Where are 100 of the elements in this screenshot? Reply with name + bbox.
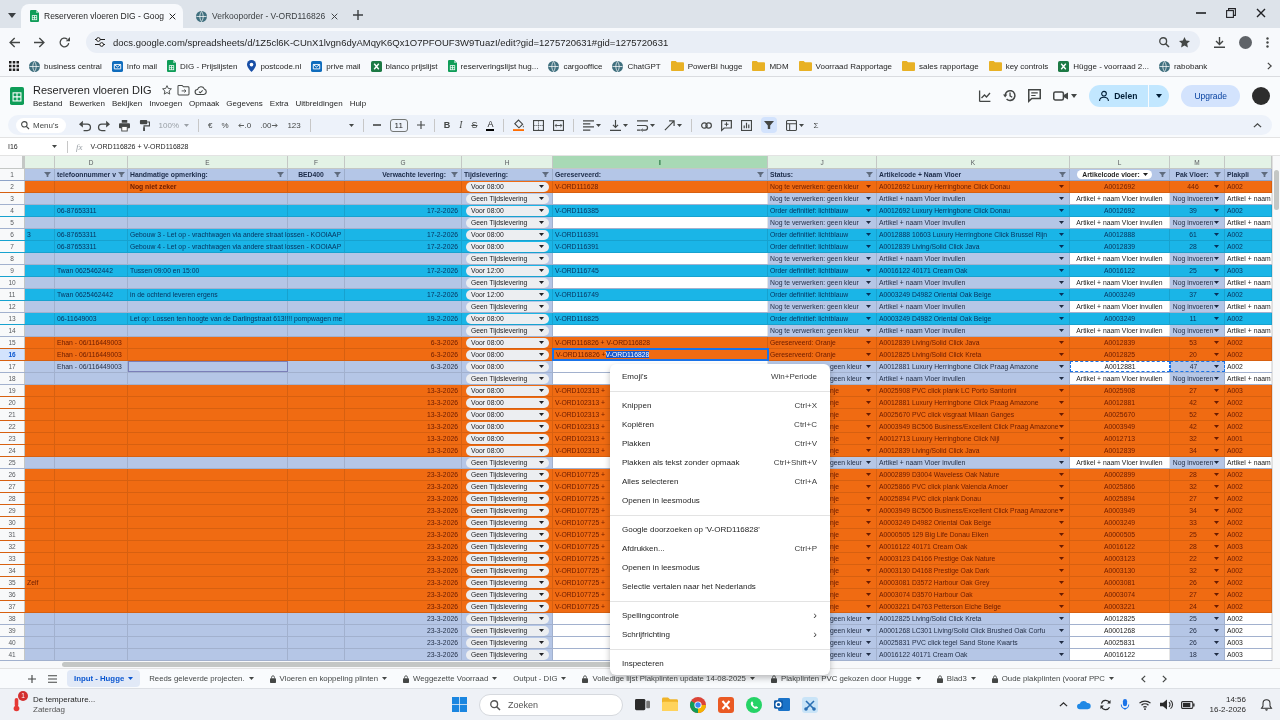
menu-item[interactable]: Kopiëren xyxy=(622,420,655,429)
caret-icon[interactable] xyxy=(1156,93,1163,98)
bookmark[interactable]: cargooffice xyxy=(548,60,603,72)
chevron-right-icon[interactable] xyxy=(1161,674,1167,683)
close-icon[interactable] xyxy=(1256,8,1266,18)
speaker-icon[interactable] xyxy=(1159,699,1172,710)
ring-tile-icon[interactable] xyxy=(774,697,790,712)
dropdown-arrow-icon[interactable] xyxy=(866,257,871,260)
dropdown-arrow-icon[interactable] xyxy=(866,329,871,332)
bookmark[interactable]: Info mail xyxy=(111,60,158,72)
bookmark[interactable]: key controls xyxy=(988,61,1049,71)
x-tile-icon[interactable] xyxy=(718,696,734,713)
submenu-arrow[interactable]: › xyxy=(813,629,817,640)
taskbar-search-field[interactable]: Zoeken xyxy=(479,693,623,716)
dropdown-arrow-icon[interactable] xyxy=(866,197,871,200)
dropdown-arrow-icon[interactable] xyxy=(866,401,871,404)
dropdown-arrow-icon[interactable] xyxy=(1214,617,1219,620)
start-icon[interactable] xyxy=(452,697,467,712)
column-filter-icon[interactable] xyxy=(1214,172,1221,177)
menu-icon[interactable] xyxy=(1266,36,1269,48)
dropdown-arrow-icon[interactable] xyxy=(1059,449,1064,452)
dropdown-arrow-icon[interactable] xyxy=(1214,401,1219,404)
undo-icon[interactable] xyxy=(78,119,90,131)
dropdown-arrow-icon[interactable] xyxy=(1059,437,1064,440)
dropdown-arrow-icon[interactable] xyxy=(1059,341,1064,344)
trend-chart-icon[interactable] xyxy=(979,89,992,102)
dropdown-arrow-icon[interactable] xyxy=(1059,473,1064,476)
all-sheets-icon[interactable] xyxy=(48,674,57,683)
dropdown-arrow-icon[interactable] xyxy=(1059,209,1064,212)
reload-icon[interactable] xyxy=(59,36,70,48)
column-filter-icon[interactable] xyxy=(1261,172,1268,177)
dropdown-arrow-icon[interactable] xyxy=(1059,269,1064,272)
bookmark[interactable]: postcode.nl xyxy=(247,60,302,72)
dropdown-arrow-icon[interactable] xyxy=(1214,461,1219,464)
zoom-icon[interactable] xyxy=(1159,37,1169,47)
back-icon[interactable] xyxy=(9,36,20,48)
dropdown-arrow-icon[interactable] xyxy=(866,341,871,344)
dropdown-arrow-icon[interactable] xyxy=(1214,377,1219,380)
dropdown-arrow-icon[interactable] xyxy=(1214,545,1219,548)
number-format-button[interactable]: 123 xyxy=(287,120,301,130)
dropdown-arrow-icon[interactable] xyxy=(1214,221,1219,224)
share-button[interactable]: Delen xyxy=(1089,84,1170,107)
column-filter-icon[interactable] xyxy=(1059,172,1066,177)
text-wrap-icon[interactable] xyxy=(637,119,649,131)
dropdown-arrow-icon[interactable] xyxy=(866,497,871,500)
dropdown-arrow-icon[interactable] xyxy=(1214,413,1219,416)
add-sheet-icon[interactable] xyxy=(28,674,36,683)
bookmark[interactable]: blanco prijslijst xyxy=(370,60,438,72)
dropdown-arrow-icon[interactable] xyxy=(866,617,871,620)
filter-icon[interactable] xyxy=(761,117,778,133)
dropdown-arrow-icon[interactable] xyxy=(1059,353,1064,356)
dropdown-arrow-icon[interactable] xyxy=(1059,245,1064,248)
menu-item[interactable]: Plakken als tekst zonder opmaak xyxy=(622,458,740,467)
dropdown-arrow-icon[interactable] xyxy=(1059,485,1064,488)
selected-cell[interactable] xyxy=(128,361,288,372)
cloud-check-icon[interactable] xyxy=(194,84,207,95)
dropdown-arrow-icon[interactable] xyxy=(1059,533,1064,536)
column-header-cell[interactable] xyxy=(25,156,55,168)
percent-button[interactable]: % xyxy=(221,120,229,130)
chevron-up-icon[interactable] xyxy=(1058,702,1068,707)
menu-item[interactable]: Opmaak xyxy=(189,98,220,108)
align-left-icon[interactable] xyxy=(583,119,595,131)
dropdown-arrow-icon[interactable] xyxy=(1214,593,1219,596)
thermometer-icon[interactable] xyxy=(12,697,21,712)
dropdown-arrow-icon[interactable] xyxy=(1059,197,1064,200)
dropdown-arrow-icon[interactable] xyxy=(1059,521,1064,524)
menu-item[interactable]: Bekijken xyxy=(111,98,143,108)
redo-icon[interactable] xyxy=(98,119,110,131)
column-filter-icon[interactable] xyxy=(757,172,764,177)
menu-search-field[interactable]: Menu's xyxy=(16,117,66,133)
dropdown-arrow-icon[interactable] xyxy=(1214,269,1219,272)
menu-item[interactable]: Uitbreidingen xyxy=(295,98,343,108)
dropdown-arrow-icon[interactable] xyxy=(1214,365,1219,368)
column-filter-icon[interactable] xyxy=(542,172,549,177)
dropdown-arrow-icon[interactable] xyxy=(866,485,871,488)
currency-button[interactable]: € xyxy=(208,120,213,130)
apps-icon[interactable] xyxy=(9,61,19,71)
menu-item[interactable]: Schrijfrichting xyxy=(622,630,670,639)
dropdown-arrow-icon[interactable] xyxy=(1059,233,1064,236)
upgrade-button[interactable]: Upgrade xyxy=(1181,84,1240,107)
dropdown-arrow-icon[interactable] xyxy=(1214,521,1219,524)
dropdown-arrow-icon[interactable] xyxy=(866,389,871,392)
dropdown-arrow-icon[interactable] xyxy=(1059,629,1064,632)
dropdown-arrow-icon[interactable] xyxy=(1214,341,1219,344)
menu-item[interactable]: Spellingcontrole xyxy=(622,611,679,620)
bookmark[interactable]: DIG - Prijslijsten xyxy=(167,60,238,72)
chevron-up-icon[interactable] xyxy=(1253,122,1262,128)
dropdown-arrow-icon[interactable] xyxy=(866,473,871,476)
minus-icon[interactable] xyxy=(372,124,381,126)
dropdown-arrow-icon[interactable] xyxy=(1059,653,1064,656)
menu-item[interactable]: Invoegen xyxy=(149,98,183,108)
dropdown-arrow-icon[interactable] xyxy=(866,509,871,512)
address-bar[interactable]: docs.google.com/spreadsheets/d/1Z5cl6K-CUnX1lvgn6dyAMqyK6Qx1O7PFOUF3W9TuazI/edit?gid=1275720631#gid=1275720631 xyxy=(86,31,1200,53)
task-view-icon[interactable] xyxy=(635,697,650,712)
dropdown-arrow-icon[interactable] xyxy=(1059,377,1064,380)
bookmark[interactable]: ChatGPT xyxy=(612,60,661,72)
dropdown-arrow-icon[interactable] xyxy=(1214,245,1219,248)
microphone-icon[interactable] xyxy=(1119,699,1130,710)
dropdown-arrow-icon[interactable] xyxy=(866,221,871,224)
menu-item[interactable]: Selectie vertalen naar het Nederlands xyxy=(622,582,756,591)
